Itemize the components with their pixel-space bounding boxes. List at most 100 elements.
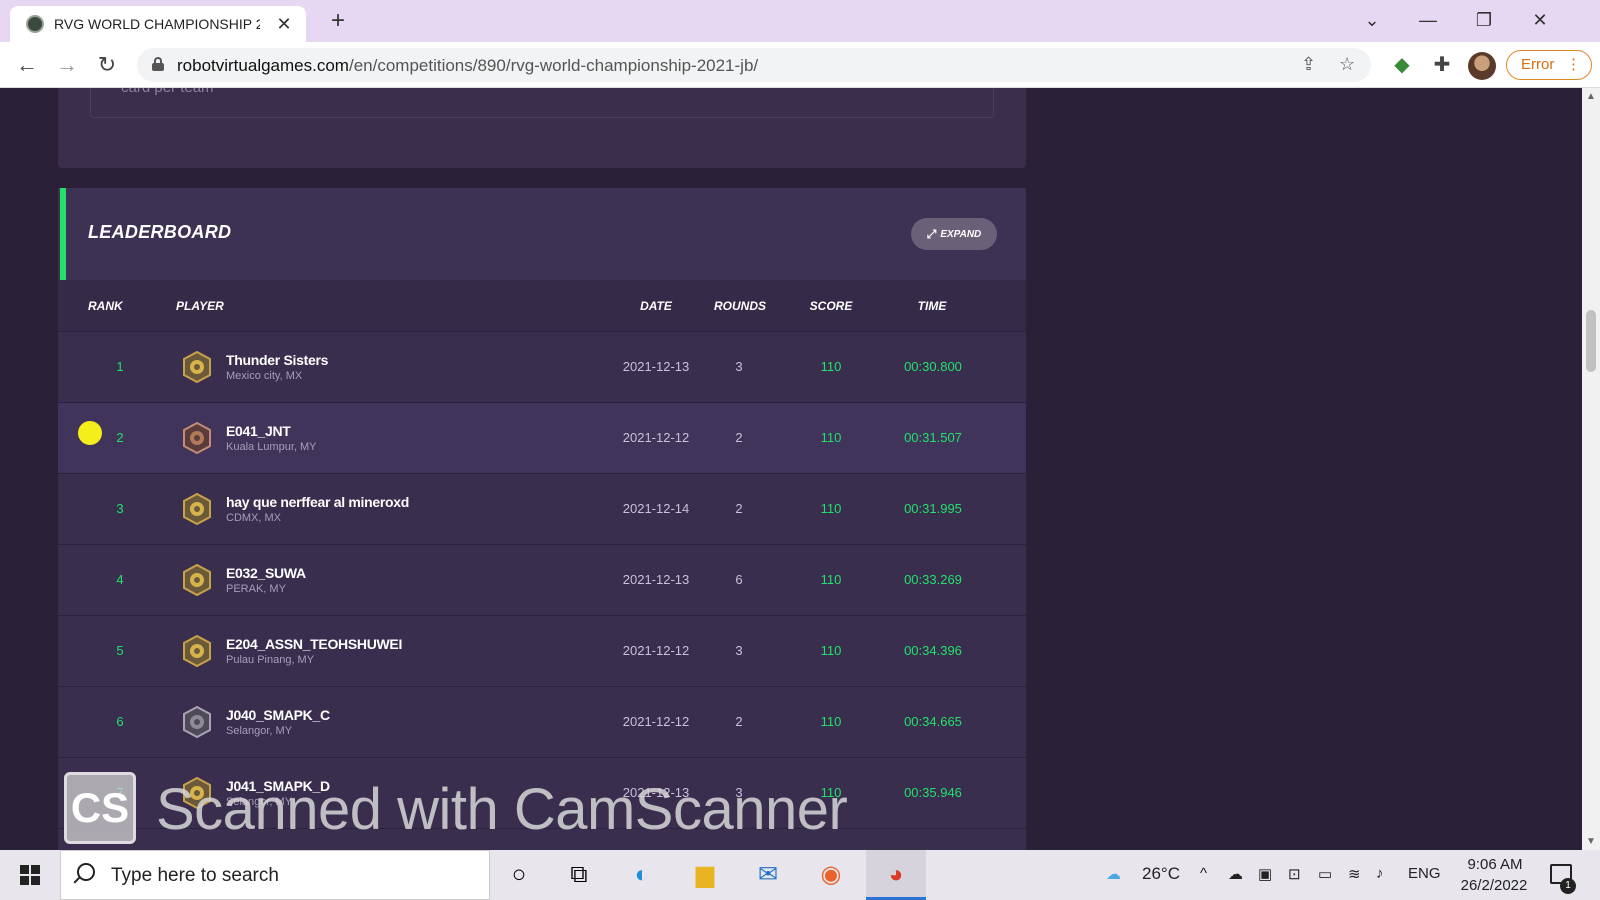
error-button[interactable]: Error ⋮ (1506, 50, 1592, 80)
row-rounds: 3 (735, 643, 743, 658)
row-date: 2021-12-13 (622, 572, 690, 587)
security-icon[interactable]: ⊡ (1288, 865, 1301, 883)
lock-icon[interactable] (152, 57, 164, 71)
row-date: 2021-12-12 (622, 430, 690, 445)
bookmark-star-icon[interactable]: ☆ (1339, 54, 1355, 75)
browser-tab-strip: RVG WORLD CHAMPIONSHIP 20 ✕ + ⌄ — ❐ ✕ (0, 0, 1600, 42)
mail-icon[interactable]: ✉ (752, 859, 784, 891)
windows-taskbar: Type here to search ○ ⧉ ◐ ▆ ✉ ◉ ◕ ☁ 26°C… (0, 850, 1600, 900)
forward-arrow-icon[interactable]: → (52, 50, 82, 80)
col-score[interactable]: SCORE (802, 299, 860, 313)
clock-date[interactable]: 26/2/2022 (1452, 877, 1536, 894)
player-location: PERAK, MY (226, 583, 286, 595)
table-row[interactable]: 3 hay que nerffear al mineroxd CDMX, MX … (58, 474, 1026, 545)
close-window-button[interactable]: ✕ (1520, 6, 1560, 34)
menu-kebab-icon[interactable]: ⋮ (1566, 51, 1581, 78)
volume-icon[interactable]: ♪ (1376, 865, 1384, 882)
player-location: Mexico city, MX (226, 370, 303, 382)
share-icon[interactable]: ⇪ (1301, 54, 1316, 75)
expand-arrows-icon: ⤢ (926, 226, 937, 241)
new-tab-button[interactable]: + (324, 8, 352, 36)
temperature[interactable]: 26°C (1142, 864, 1180, 884)
page-scrollbar[interactable]: ▲ ▼ (1582, 88, 1600, 850)
player-name[interactable]: hay que nerffear al mineroxd (226, 494, 409, 510)
player-name[interactable]: J040_SMAPK_C (226, 707, 330, 723)
onedrive-icon[interactable]: ☁ (1228, 865, 1243, 883)
wifi-icon[interactable]: ≋ (1348, 865, 1361, 883)
edge-icon[interactable]: ◐ (626, 859, 658, 891)
firefox-icon[interactable]: ◉ (815, 859, 847, 891)
profile-avatar[interactable] (1468, 52, 1496, 80)
row-date: 2021-12-12 (622, 643, 690, 658)
page-content: card per team LEADERBOARD ⤢ EXPAND RANK … (0, 88, 1582, 850)
rules-card: card per team (58, 88, 1026, 168)
expand-button[interactable]: ⤢ EXPAND (911, 218, 997, 250)
row-rounds: 2 (735, 501, 743, 516)
row-date: 2021-12-12 (622, 714, 690, 729)
table-row[interactable]: 5 E204_ASSN_TEOHSHUWEI Pulau Pinang, MY … (58, 616, 1026, 687)
browser-toolbar: ← → ↻ robotvirtualgames.com/en/competiti… (0, 42, 1600, 88)
reload-icon[interactable]: ↻ (92, 50, 122, 80)
silver-rank-badge-icon (183, 705, 211, 739)
player-name[interactable]: E041_JNT (226, 423, 291, 439)
error-label: Error (1521, 56, 1555, 73)
browser-tab[interactable]: RVG WORLD CHAMPIONSHIP 20 ✕ (10, 6, 306, 42)
player-location: Selangor, MY (226, 725, 293, 737)
table-row[interactable]: 6 J040_SMAPK_C Selangor, MY 2021-12-12 2… (58, 687, 1026, 758)
col-rank[interactable]: RANK (88, 299, 123, 313)
row-time: 00:31.995 (904, 501, 962, 516)
player-name[interactable]: Thunder Sisters (226, 352, 328, 368)
row-time: 00:30.800 (904, 359, 962, 374)
table-row[interactable]: 4 E032_SUWA PERAK, MY 2021-12-13 6 110 0… (58, 545, 1026, 616)
scroll-up-arrow-icon[interactable]: ▲ (1586, 91, 1596, 102)
player-name[interactable]: E032_SUWA (226, 565, 306, 581)
restore-button[interactable]: ❐ (1464, 6, 1504, 34)
meet-icon[interactable]: ▣ (1258, 865, 1272, 883)
clock-time[interactable]: 9:06 AM (1460, 856, 1530, 873)
file-explorer-icon[interactable]: ▆ (689, 859, 721, 891)
gold-rank-badge-icon (183, 492, 211, 526)
rules-box: card per team (90, 88, 994, 118)
tab-title: RVG WORLD CHAMPIONSHIP 20 (54, 16, 260, 32)
tab-close-icon[interactable]: ✕ (274, 14, 294, 35)
scroll-down-arrow-icon[interactable]: ▼ (1586, 836, 1596, 847)
url-text[interactable]: robotvirtualgames.com/en/competitions/89… (177, 56, 758, 76)
leaderboard-header: LEADERBOARD ⤢ EXPAND (58, 188, 1026, 280)
minimize-button[interactable]: — (1408, 6, 1448, 34)
site-favicon-icon (26, 15, 44, 33)
windows-start-icon[interactable] (20, 865, 40, 885)
col-rounds[interactable]: ROUNDS (706, 299, 774, 313)
tray-chevron-icon[interactable]: ^ (1200, 865, 1207, 882)
task-view-icon[interactable]: ⧉ (563, 859, 595, 891)
table-row[interactable]: 1 Thunder Sisters Mexico city, MX 2021-1… (58, 332, 1026, 403)
accent-bar (60, 188, 66, 280)
col-player[interactable]: PLAYER (176, 299, 224, 313)
extensions-puzzle-icon[interactable]: ✚ (1430, 53, 1454, 77)
player-name[interactable]: E204_ASSN_TEOHSHUWEI (226, 636, 402, 652)
url-path: /en/competitions/890/rvg-world-champions… (348, 56, 759, 75)
col-time[interactable]: TIME (906, 299, 958, 313)
tab-search-icon[interactable]: ⌄ (1352, 6, 1392, 34)
table-header: RANK PLAYER DATE ROUNDS SCORE TIME (58, 280, 1026, 332)
row-date: 2021-12-13 (622, 359, 690, 374)
taskbar-search[interactable]: Type here to search (60, 850, 490, 900)
url-host: robotvirtualgames.com (177, 56, 349, 75)
address-bar[interactable]: robotvirtualgames.com/en/competitions/89… (137, 48, 1371, 82)
cortana-icon[interactable]: ○ (503, 859, 535, 891)
back-arrow-icon[interactable]: ← (12, 50, 42, 80)
table-row[interactable]: 2 E041_JNT Kuala Lumpur, MY 2021-12-12 2… (58, 403, 1026, 474)
row-score: 110 (820, 643, 842, 658)
gold-rank-badge-icon (183, 634, 211, 668)
row-time: 00:34.396 (904, 643, 962, 658)
language-indicator[interactable]: ENG (1408, 865, 1441, 882)
row-rank: 6 (116, 714, 124, 729)
extension-shield-icon[interactable]: ◆ (1390, 53, 1414, 77)
scroll-thumb[interactable] (1586, 310, 1596, 372)
col-date[interactable]: DATE (624, 299, 688, 313)
chrome-taskbar-button[interactable]: ◕ (866, 850, 926, 900)
weather-icon[interactable]: ☁ (1106, 865, 1121, 883)
camscanner-logo: CS (64, 772, 136, 844)
battery-icon[interactable]: ▭ (1318, 865, 1332, 883)
row-rank: 4 (116, 572, 124, 587)
row-time: 00:34.665 (904, 714, 962, 729)
